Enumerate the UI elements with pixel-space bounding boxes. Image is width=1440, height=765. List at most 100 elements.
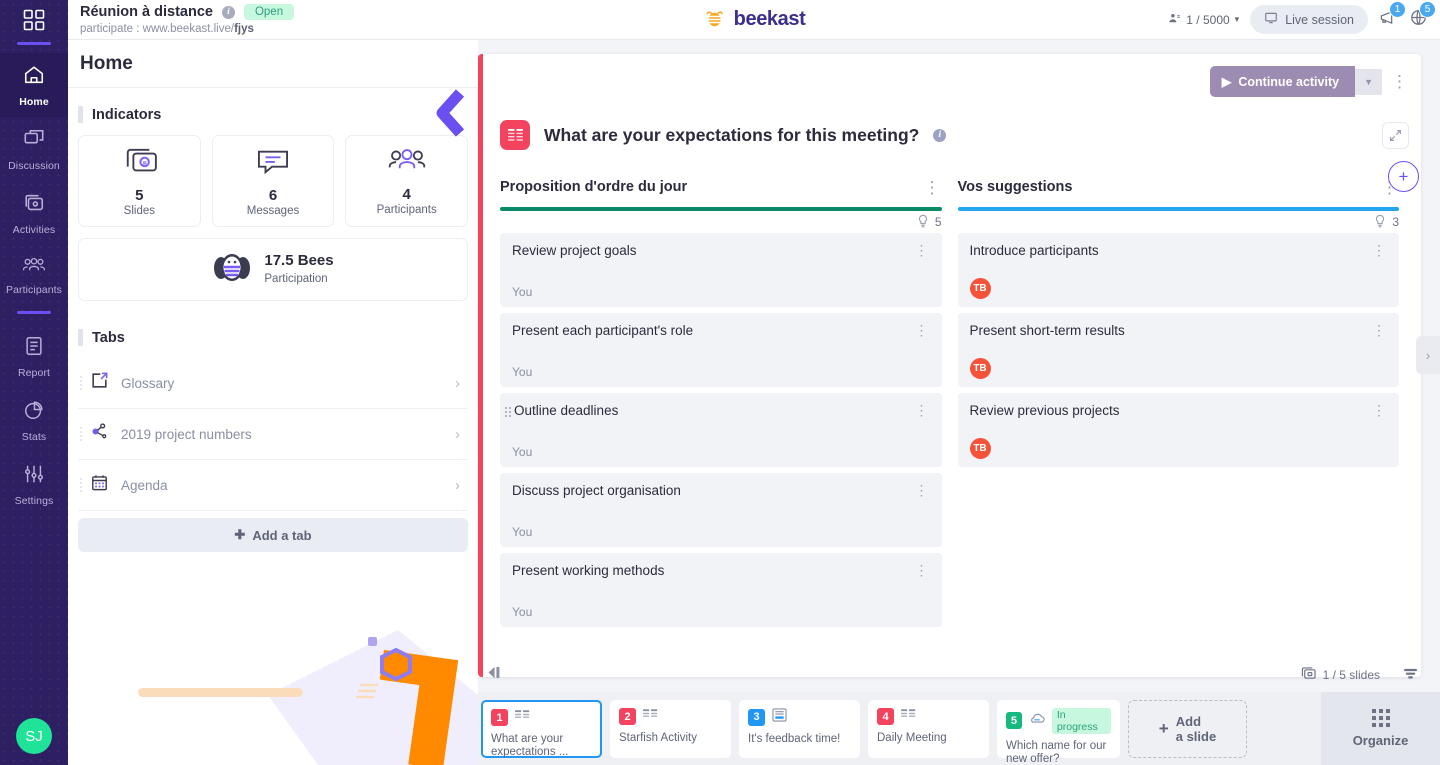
slide-number: 4 [877, 708, 894, 725]
column-kebab-menu-icon[interactable]: ⋮ [924, 179, 942, 196]
note-card[interactable]: Present working methods ⋮ You [500, 553, 942, 627]
sidebar-item-label: Home [19, 96, 49, 108]
sidebar-item-settings[interactable]: Settings [0, 452, 68, 516]
avatar[interactable]: SJ [16, 718, 52, 754]
sidebar-item-report[interactable]: Report [0, 324, 68, 388]
organize-button[interactable]: Organize [1321, 692, 1440, 765]
add-tab-button[interactable]: ✚ Add a tab [78, 518, 468, 552]
slide-thumbnail[interactable]: 1 What are your expectations ... [481, 699, 602, 759]
indicator-value: 5 [135, 186, 144, 204]
capacity-value: 1 / 5000 [1186, 12, 1230, 27]
note-author: You [512, 365, 533, 379]
column-title: Proposition d'ordre du jour [500, 179, 688, 195]
sidebar-item-label: Settings [14, 495, 54, 507]
indicator-slides[interactable]: 5 Slides [78, 135, 201, 227]
column-meta: 5 [500, 211, 942, 233]
note-card[interactable]: Review project goals ⋮ You [500, 233, 942, 307]
note-kebab-menu-icon[interactable]: ⋮ [1372, 403, 1387, 417]
home-content: Indicators 5 Slides 6 Messages 4 Partici… [68, 88, 478, 552]
tab-item-agenda[interactable]: Agenda › [78, 460, 468, 511]
drag-handle-icon[interactable] [80, 427, 82, 441]
activity-card: ▶ Continue activity ▼ ⋮ What are your ex… [478, 54, 1421, 677]
language-button[interactable]: 5 [1409, 0, 1436, 32]
sidebar-item-home[interactable]: Home [0, 53, 68, 117]
slide-thumbnail[interactable]: 5 In progress Which name for our new off… [997, 699, 1120, 765]
note-card[interactable]: Present each participant's role ⋮ You [500, 313, 942, 387]
sidebar-item-label: Discussion [8, 160, 60, 172]
announcements-button[interactable]: 1 [1379, 0, 1406, 32]
collapse-panel-icon[interactable] [487, 666, 504, 684]
slides-stack-icon [1301, 666, 1316, 684]
note-kebab-menu-icon[interactable]: ⋮ [915, 483, 930, 497]
participation-card[interactable]: 17.5 Bees Participation [78, 238, 468, 301]
note-kebab-menu-icon[interactable]: ⋮ [1372, 323, 1387, 337]
note-drag-handle-icon[interactable] [505, 407, 511, 417]
continue-activity-button[interactable]: ▶ Continue activity ▼ [1209, 66, 1382, 97]
info-icon[interactable]: i [933, 128, 947, 142]
add-slide-line1: Add [1175, 713, 1202, 729]
participate-url[interactable]: www.beekast.live/ [143, 23, 234, 35]
tab-item-label: 2019 project numbers [121, 426, 252, 442]
board-activity-icon [643, 708, 659, 726]
column-title: Vos suggestions [957, 179, 1073, 195]
slide-thumbnail[interactable]: 3 It's feedback time! [739, 699, 860, 758]
add-slide-button[interactable]: + Add a slide [1128, 699, 1247, 758]
meeting-title-row: Réunion à distance i Open [80, 4, 468, 20]
note-kebab-menu-icon[interactable]: ⋮ [915, 403, 930, 417]
note-author-avatar: TB [969, 438, 991, 459]
slide-number: 1 [491, 709, 508, 726]
note-kebab-menu-icon[interactable]: ⋮ [915, 243, 930, 257]
info-icon[interactable]: i [221, 5, 235, 19]
expand-icon[interactable] [1382, 121, 1409, 149]
caret-down-icon[interactable]: ▼ [1355, 68, 1382, 95]
participate-code[interactable]: fjys [234, 23, 254, 35]
continue-activity-main[interactable]: ▶ Continue activity [1209, 66, 1356, 97]
note-card[interactable]: Discuss project organisation ⋮ You [500, 473, 942, 547]
live-session-button[interactable]: Live session [1250, 5, 1368, 34]
decorative-illustration [138, 630, 478, 765]
drag-handle-icon[interactable] [80, 478, 82, 492]
sidebar-item-discussion[interactable]: Discussion [0, 117, 68, 181]
note-kebab-menu-icon[interactable]: ⋮ [915, 563, 930, 577]
capacity-selector[interactable]: 1 / 5000 ▾ [1168, 12, 1239, 28]
tab-item-project-numbers[interactable]: 2019 project numbers › [78, 409, 468, 460]
note-card[interactable]: Review previous projects ⋮ TB [957, 393, 1399, 467]
note-card[interactable]: Introduce participants ⋮ TB [957, 233, 1399, 307]
activity-kebab-menu-icon[interactable]: ⋮ [1391, 73, 1409, 90]
note-top: Outline deadlines ⋮ [505, 403, 930, 420]
tab-item-glossary[interactable]: Glossary › [78, 358, 468, 409]
grid-dots-icon [1371, 709, 1390, 727]
slide-title: What are your expectations ... [491, 732, 569, 759]
rail-divider [17, 311, 51, 314]
sidebar-item-participants[interactable]: Participants [0, 245, 68, 305]
slide-thumbnail[interactable]: 2 Starfish Activity [610, 699, 731, 758]
sidebar-item-stats[interactable]: Stats [0, 388, 68, 452]
note-top: Present each participant's role ⋮ [512, 323, 930, 340]
indicator-participants[interactable]: 4 Participants [345, 135, 469, 227]
plus-icon: ✚ [234, 527, 246, 542]
filter-icon[interactable] [1403, 667, 1418, 683]
slide-title: It's feedback time! [748, 732, 841, 745]
indicator-messages[interactable]: 6 Messages [211, 135, 335, 227]
sidebar-item-label: Stats [21, 431, 47, 443]
note-kebab-menu-icon[interactable]: ⋮ [1372, 243, 1387, 257]
grid-logo-icon[interactable] [0, 0, 68, 40]
cloud-activity-icon [1029, 712, 1045, 730]
bee-avatar-icon [212, 249, 252, 290]
drag-handle-icon[interactable] [80, 376, 82, 390]
sidebar-item-activities[interactable]: Activities [0, 181, 68, 245]
board-activity-icon [500, 120, 530, 150]
column-header: Proposition d'ordre du jour ⋮ [500, 175, 942, 199]
note-card[interactable]: Outline deadlines ⋮ You [500, 393, 942, 467]
expand-sidepanel-button[interactable]: › [1416, 336, 1440, 374]
note-kebab-menu-icon[interactable]: ⋮ [915, 323, 930, 337]
participants-icon [1168, 12, 1181, 28]
external-link-icon [90, 371, 109, 395]
note-card[interactable]: Present short-term results ⋮ TB [957, 313, 1399, 387]
slide-thumbnail[interactable]: 4 Daily Meeting [868, 699, 989, 758]
sidebar-item-label: Activities [12, 224, 56, 236]
add-idea-button[interactable]: + [1388, 161, 1419, 192]
announcements-badge: 1 [1389, 0, 1406, 18]
section-accent-bar [78, 106, 83, 123]
column-header: Vos suggestions ⋮ [958, 175, 1400, 199]
